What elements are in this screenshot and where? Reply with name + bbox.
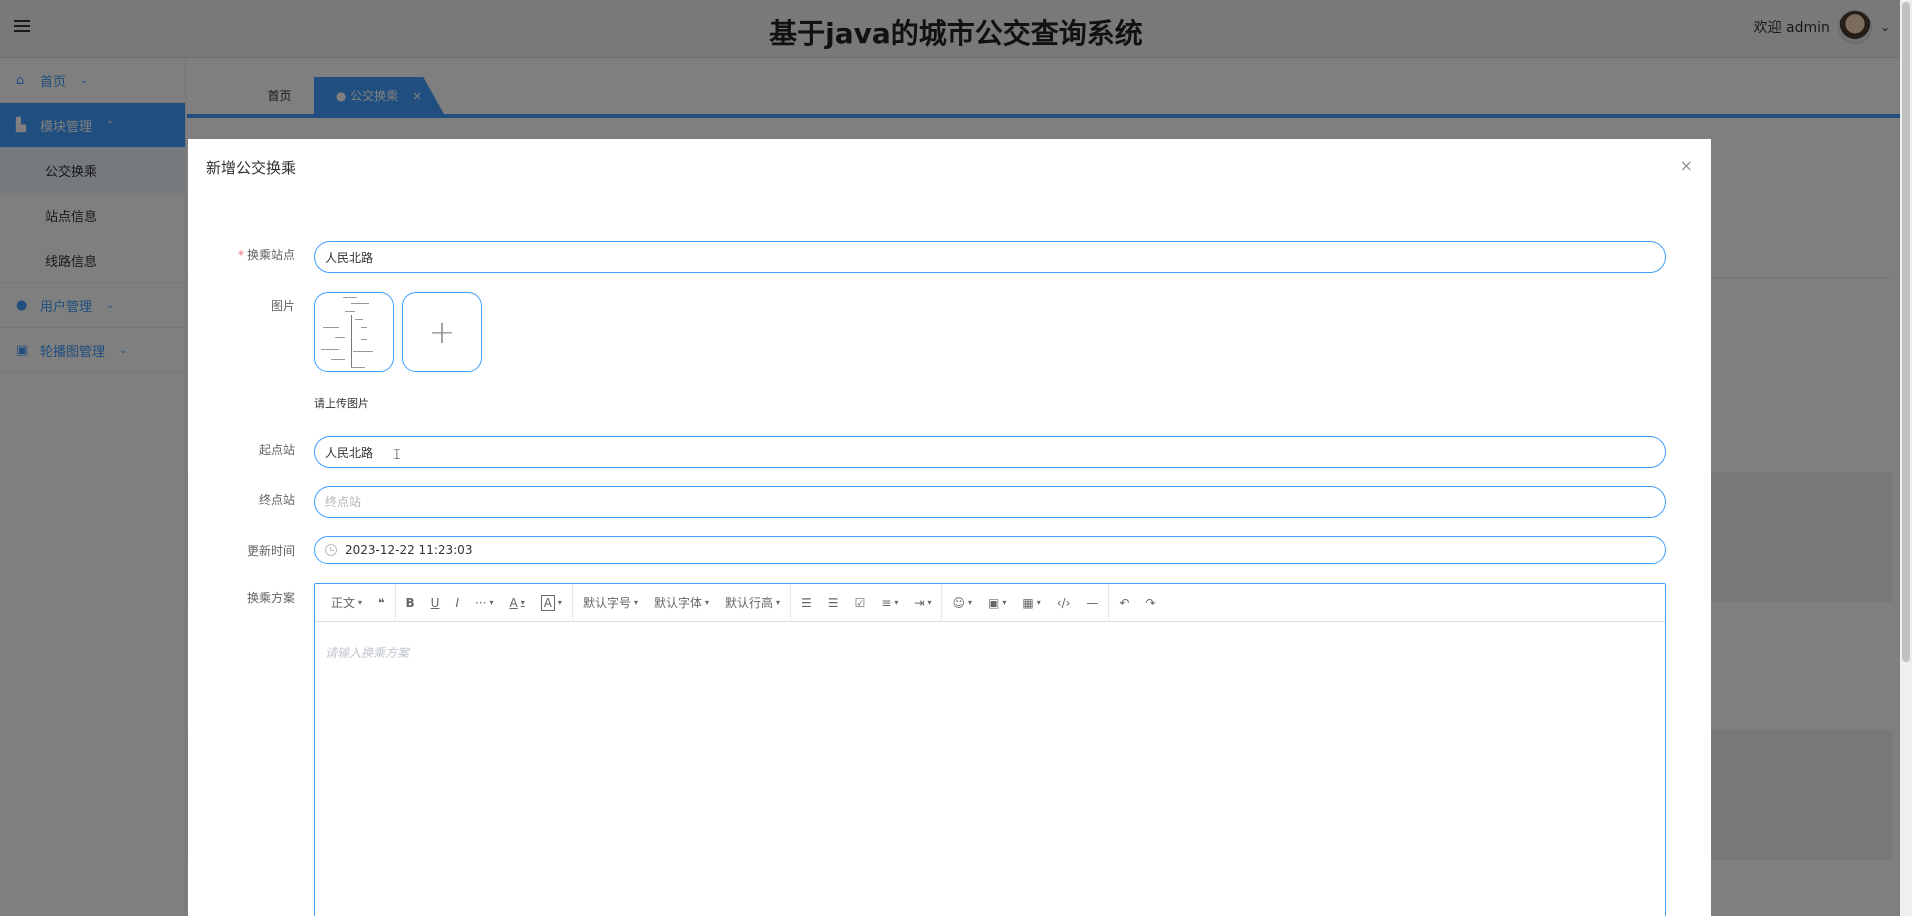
uploaded-image-thumbnail[interactable] xyxy=(314,292,394,372)
transfer-plan-label: 换乘方案 xyxy=(246,591,295,605)
add-transfer-dialog: 新增公交换乘 × *换乘站点 图片 + 请上传图片 起点站 终点站 更新时间 换… xyxy=(188,139,1711,916)
more-icon[interactable]: ··· ▾ xyxy=(467,584,501,622)
font-family-dropdown[interactable]: 默认字体 ▾ xyxy=(646,584,717,622)
code-icon[interactable]: ‹/› xyxy=(1049,584,1079,622)
emoji-icon[interactable]: ☺ ▾ xyxy=(944,584,980,622)
text-cursor-icon: 𝙸 xyxy=(392,447,402,463)
quote-icon[interactable]: ❝ xyxy=(370,584,392,622)
redo-icon[interactable]: ↷ xyxy=(1137,584,1163,622)
image-label: 图片 xyxy=(270,299,295,313)
background-color-icon[interactable]: A ▾ xyxy=(533,584,570,622)
toolbar-divider xyxy=(941,583,943,622)
editor-placeholder: 请输入换乘方案 xyxy=(325,646,410,660)
undo-icon[interactable]: ↶ xyxy=(1111,584,1137,622)
page-scrollbar[interactable] xyxy=(1900,0,1912,916)
italic-icon[interactable]: I xyxy=(447,584,467,622)
editor-toolbar: 正文 ▾ ❝ B U I ··· ▾ A ▾ A ▾ 默认字号 ▾ 默认字体 ▾ 默认行高 ▾… xyxy=(315,583,1665,622)
image-icon[interactable]: ▣ ▾ xyxy=(980,584,1014,622)
font-color-icon[interactable]: A ▾ xyxy=(501,584,532,622)
toolbar-divider xyxy=(790,583,792,622)
bullet-list-icon[interactable]: ☰ xyxy=(793,584,820,622)
indent-icon[interactable]: ⇥ ▾ xyxy=(906,584,939,622)
add-image-button[interactable]: + xyxy=(402,292,482,372)
paragraph-style-dropdown[interactable]: 正文 ▾ xyxy=(323,584,370,622)
scrollbar-thumb[interactable] xyxy=(1902,2,1910,662)
start-station-input[interactable] xyxy=(314,436,1666,468)
dialog-title: 新增公交换乘 xyxy=(206,159,297,177)
start-station-label: 起点站 xyxy=(258,443,295,457)
rich-text-editor[interactable]: 正文 ▾ ❝ B U I ··· ▾ A ▾ A ▾ 默认字号 ▾ 默认字体 ▾ 默认行高 ▾… xyxy=(314,583,1666,916)
transfer-station-label: * 换乘站点 xyxy=(237,248,295,262)
bold-icon[interactable]: B xyxy=(398,584,423,622)
toolbar-divider xyxy=(394,583,396,622)
table-icon[interactable]: ▦ ▾ xyxy=(1014,584,1048,622)
underline-icon[interactable]: U xyxy=(423,584,448,622)
line-height-dropdown[interactable]: 默认行高 ▾ xyxy=(717,584,788,622)
todo-icon[interactable]: ☑ xyxy=(847,584,874,622)
end-station-label: 终点站 xyxy=(258,493,295,507)
font-size-dropdown[interactable]: 默认字号 ▾ xyxy=(575,584,646,622)
clock-icon xyxy=(325,544,337,556)
align-icon[interactable]: ≡ ▾ xyxy=(873,584,906,622)
transfer-station-input[interactable] xyxy=(314,241,1666,273)
toolbar-divider xyxy=(571,583,573,622)
divider-icon[interactable]: — xyxy=(1078,584,1106,622)
numbered-list-icon[interactable]: ☰ xyxy=(820,584,847,622)
update-time-label: 更新时间 xyxy=(246,544,295,558)
update-time-picker[interactable] xyxy=(314,536,1666,564)
end-station-input[interactable] xyxy=(314,486,1666,518)
toolbar-divider xyxy=(1108,583,1110,622)
close-icon[interactable]: × xyxy=(1680,156,1693,175)
upload-hint: 请上传图片 xyxy=(314,397,369,410)
